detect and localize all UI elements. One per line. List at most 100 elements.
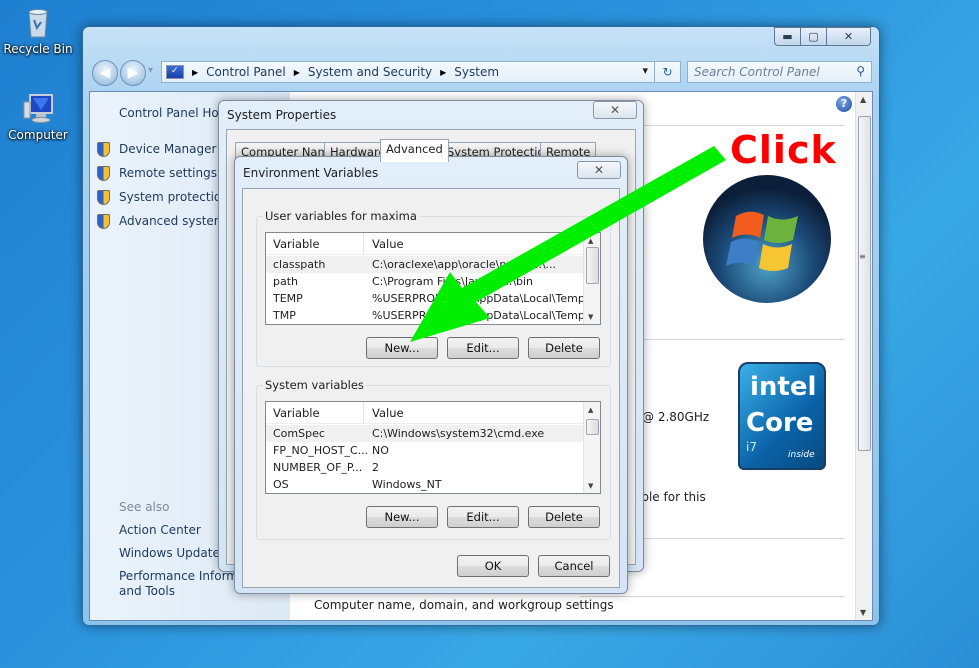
- cell-value: C:\Program Files\Java\jd...\bin: [372, 275, 534, 288]
- column-header-value[interactable]: Value: [372, 406, 404, 420]
- scroll-up-icon[interactable]: ▲: [860, 95, 866, 104]
- system-new-button[interactable]: New...: [366, 506, 438, 528]
- search-input[interactable]: Search Control Panel ⚲: [687, 61, 872, 83]
- close-button[interactable]: ✕: [827, 27, 871, 46]
- scroll-thumb[interactable]: [858, 116, 871, 451]
- intel-inside-text: inside: [788, 450, 815, 460]
- scroll-up-icon[interactable]: ▲: [588, 406, 593, 414]
- cell-variable: OS: [273, 478, 289, 491]
- user-new-button[interactable]: New...: [366, 337, 438, 359]
- cell-value: C:\Windows\system32\cmd.exe: [372, 427, 545, 440]
- desktop-icon-computer[interactable]: Computer: [0, 92, 76, 142]
- list-header: Variable Value: [266, 402, 583, 424]
- cancel-button[interactable]: Cancel: [538, 555, 610, 577]
- table-row[interactable]: FP_NO_HOST_C... NO: [266, 442, 583, 459]
- column-header-variable[interactable]: Variable: [273, 237, 320, 251]
- address-bar[interactable]: ✓ ▶ Control Panel ▶ System and Security …: [161, 61, 655, 83]
- scroll-thumb[interactable]: [586, 247, 599, 284]
- cell-value: C:\oraclexe\app\oracle\produ...\...: [372, 258, 557, 271]
- task-remote-settings[interactable]: Remote settings: [97, 166, 217, 181]
- desktop-icon-recycle-bin[interactable]: Recycle Bin: [0, 6, 76, 56]
- breadcrumb-control-panel[interactable]: Control Panel: [206, 65, 286, 79]
- user-delete-button[interactable]: Delete: [528, 337, 600, 359]
- task-device-manager[interactable]: Device Manager: [97, 142, 217, 157]
- cell-variable: classpath: [273, 258, 326, 271]
- dialog-close-button[interactable]: ✕: [593, 101, 637, 119]
- forward-button[interactable]: ▶: [120, 60, 146, 86]
- cell-variable: ComSpec: [273, 427, 325, 440]
- task-label: Remote settings: [119, 166, 217, 180]
- intel-brand-text: intel: [750, 372, 817, 402]
- dialog-title: Environment Variables: [243, 166, 379, 180]
- minimize-icon: ▬: [782, 30, 793, 43]
- list-header: Variable Value: [266, 233, 583, 255]
- table-row[interactable]: TEMP %USERPROFILE%\AppData\Local\Temp: [266, 290, 585, 307]
- caption-buttons: ▬ ▢ ✕: [774, 27, 871, 46]
- table-row[interactable]: TMP %USERPROFILE%\AppData\Local\Temp: [266, 307, 585, 324]
- control-panel-icon: ✓: [166, 65, 184, 79]
- cell-value: Windows_NT: [372, 478, 442, 491]
- table-row[interactable]: path C:\Program Files\Java\jd...\bin: [266, 273, 583, 290]
- dialog-close-button[interactable]: ✕: [577, 161, 621, 179]
- divider: [580, 596, 845, 597]
- table-row[interactable]: classpath C:\oraclexe\app\oracle\produ..…: [266, 256, 583, 273]
- address-dropdown-icon[interactable]: ▾: [642, 64, 648, 77]
- table-row[interactable]: OS Windows_NT: [266, 476, 583, 493]
- uac-shield-icon: [97, 142, 110, 157]
- group-label: System variables: [265, 378, 364, 392]
- annotation-click-label: Click: [730, 128, 837, 172]
- intel-model-text: i7: [746, 440, 757, 454]
- scroll-up-icon[interactable]: ▲: [588, 237, 593, 245]
- system-variables-list[interactable]: Variable Value ComSpec C:\Windows\system…: [265, 401, 601, 494]
- task-system-protection[interactable]: System protection: [97, 190, 229, 205]
- system-delete-button[interactable]: Delete: [528, 506, 600, 528]
- help-button[interactable]: ?: [836, 96, 852, 112]
- ok-button[interactable]: OK: [457, 555, 529, 577]
- group-label: User variables for maxima: [265, 209, 417, 223]
- cell-value: NO: [372, 444, 389, 457]
- system-edit-button[interactable]: Edit...: [447, 506, 519, 528]
- divider: [630, 125, 845, 126]
- processor-value: @ 2.80GHz: [642, 410, 710, 424]
- computer-icon: [21, 92, 55, 126]
- user-variables-list[interactable]: Variable Value classpath C:\oraclexe\app…: [265, 232, 601, 325]
- pen-touch-value: able for this: [634, 490, 706, 504]
- minimize-button[interactable]: ▬: [774, 27, 801, 46]
- search-icon[interactable]: ⚲: [856, 64, 865, 78]
- scroll-grip-icon: ≡: [859, 252, 866, 261]
- list-scrollbar[interactable]: ▲ ▼: [583, 233, 600, 324]
- table-row[interactable]: ComSpec C:\Windows\system32\cmd.exe: [266, 425, 583, 442]
- scroll-down-icon[interactable]: ▼: [860, 608, 866, 617]
- column-header-value[interactable]: Value: [372, 237, 404, 251]
- tab-advanced[interactable]: Advanced: [380, 139, 449, 162]
- column-header-variable[interactable]: Variable: [273, 406, 320, 420]
- content-scrollbar[interactable]: ▲ ≡ ▼: [855, 92, 872, 620]
- search-placeholder: Search Control Panel: [694, 65, 820, 79]
- table-row[interactable]: NUMBER_OF_P... 2: [266, 459, 583, 476]
- divider: [630, 339, 845, 340]
- link-action-center[interactable]: Action Center: [119, 523, 201, 537]
- help-icon: ?: [840, 97, 848, 110]
- cell-value: %USERPROFILE%\AppData\Local\Temp: [372, 292, 585, 305]
- scroll-down-icon[interactable]: ▼: [588, 313, 593, 321]
- breadcrumb-system[interactable]: System: [454, 65, 499, 79]
- back-button[interactable]: ◀: [92, 60, 118, 86]
- maximize-button[interactable]: ▢: [801, 27, 827, 46]
- refresh-button[interactable]: ↻: [655, 61, 681, 83]
- cell-variable: TEMP: [273, 292, 303, 305]
- windows-logo: [702, 174, 832, 304]
- list-scrollbar[interactable]: ▲ ▼: [583, 402, 600, 493]
- back-arrow-icon: ◀: [99, 65, 111, 81]
- cell-value: %USERPROFILE%\AppData\Local\Temp: [372, 309, 585, 322]
- scroll-down-icon[interactable]: ▼: [588, 482, 593, 490]
- close-icon: ✕: [609, 103, 621, 117]
- scroll-thumb[interactable]: [586, 419, 599, 435]
- link-windows-update[interactable]: Windows Update: [119, 546, 220, 560]
- recent-pages-button[interactable]: ▾: [148, 65, 153, 76]
- task-label: Device Manager: [119, 142, 217, 156]
- see-also-heading: See also: [119, 500, 170, 514]
- breadcrumb-separator: ▶: [440, 67, 447, 77]
- breadcrumb-system-and-security[interactable]: System and Security: [308, 65, 432, 79]
- user-edit-button[interactable]: Edit...: [447, 337, 519, 359]
- intel-core-i7-logo: intel Core i7 inside: [738, 362, 826, 470]
